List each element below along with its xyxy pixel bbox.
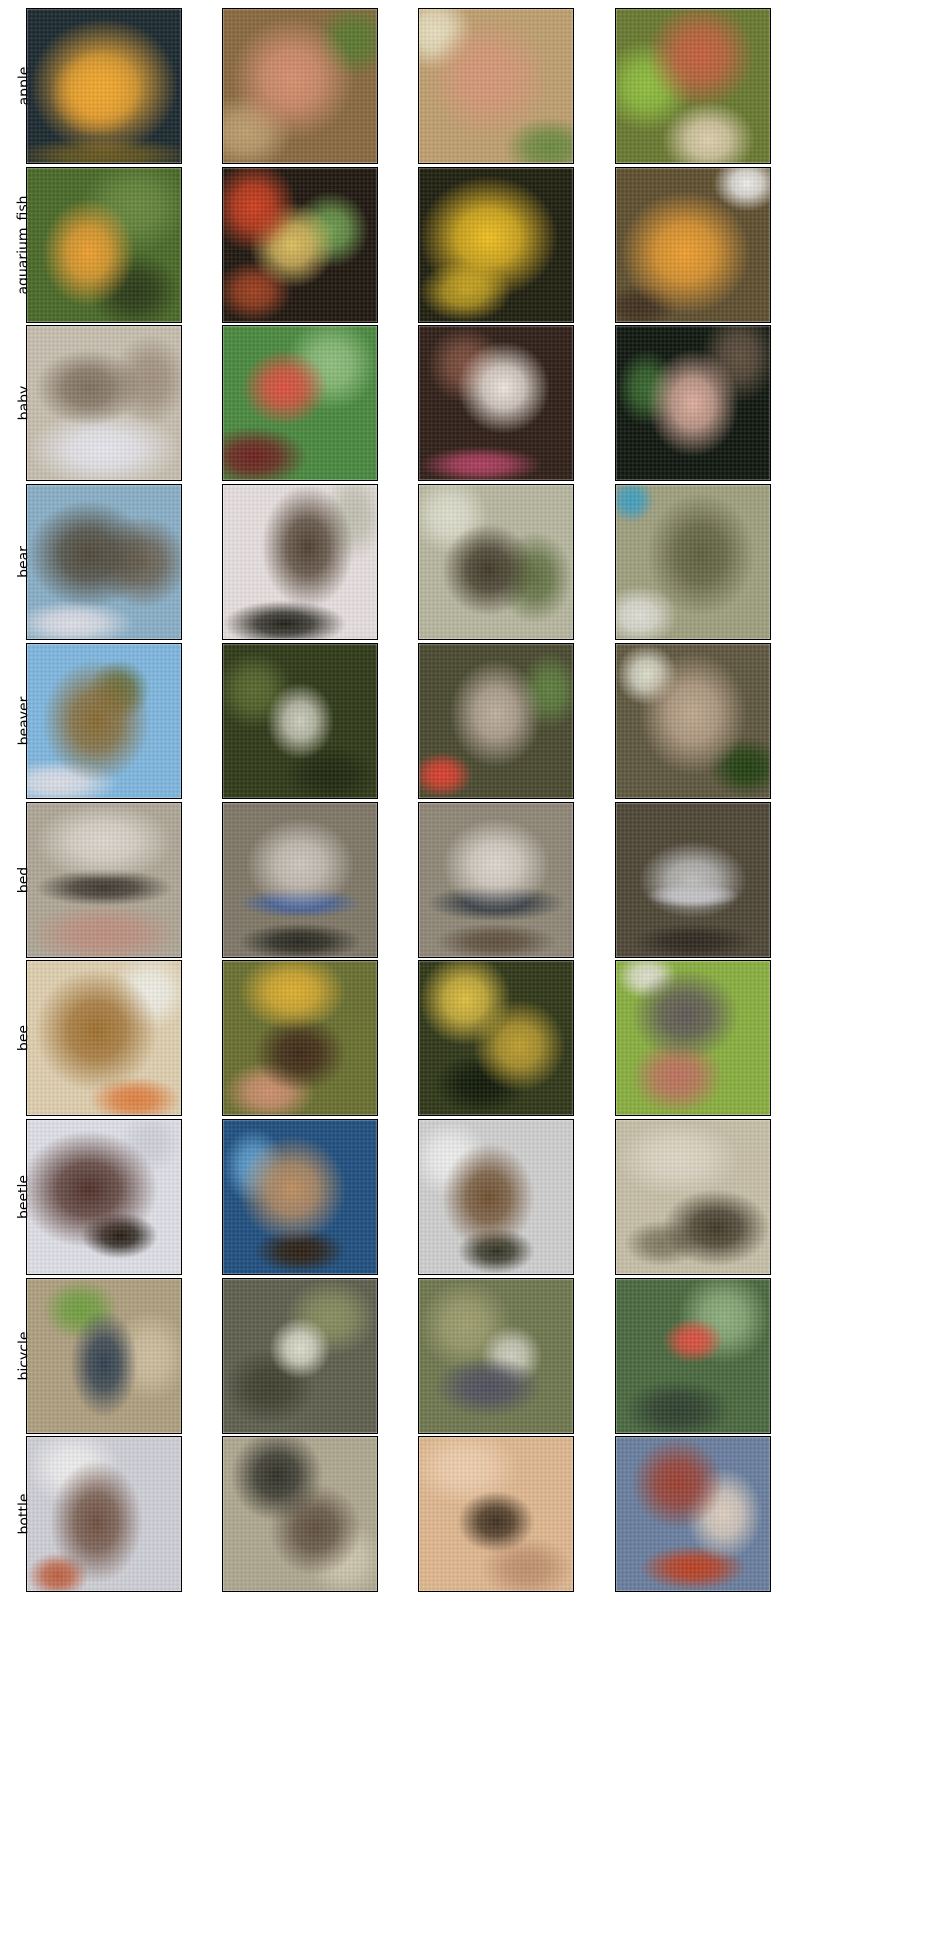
generated-image: [26, 325, 182, 482]
generated-image: [418, 8, 574, 164]
image-row: bee: [0, 960, 932, 1117]
generated-image: [222, 801, 378, 958]
generated-image: [26, 484, 182, 641]
generated-image: [615, 166, 771, 323]
generated-image: [418, 325, 574, 482]
generated-image: [615, 1118, 771, 1275]
image-row: aquarium_fish: [0, 166, 932, 323]
generated-image: [418, 1277, 574, 1434]
generated-image: [615, 801, 771, 958]
generated-image: [222, 642, 378, 799]
generated-image: [222, 960, 378, 1117]
generated-image: [26, 1118, 182, 1275]
generated-image: [615, 325, 771, 482]
image-row: bicycle: [0, 1277, 932, 1434]
generated-image: [418, 484, 574, 641]
generated-image: [26, 8, 182, 164]
generated-image: [222, 484, 378, 641]
generated-image: [615, 642, 771, 799]
generated-image: [26, 801, 182, 958]
generated-image: [222, 1277, 378, 1434]
generated-image: [615, 1436, 771, 1593]
image-row: bed: [0, 801, 932, 958]
generated-image: [26, 960, 182, 1117]
generated-image: [615, 8, 771, 164]
generated-image: [615, 1277, 771, 1434]
generated-image: [222, 8, 378, 164]
generated-image: [26, 166, 182, 323]
generated-image: [615, 484, 771, 641]
generated-image: [418, 642, 574, 799]
image-row: baby: [0, 325, 932, 482]
image-row: bear: [0, 484, 932, 641]
generated-image: [418, 1118, 574, 1275]
generated-image: [26, 1277, 182, 1434]
generated-image: [418, 1436, 574, 1593]
generated-image: [615, 960, 771, 1117]
generated-image: [418, 960, 574, 1117]
generated-image: [222, 325, 378, 482]
image-row: bottle: [0, 1436, 932, 1593]
generated-image: [222, 1436, 378, 1593]
image-row: beaver: [0, 642, 932, 799]
generated-image: [26, 642, 182, 799]
image-grid: apple aquarium_fish baby bear beaver bed bee be…: [0, 0, 932, 1960]
generated-image: [222, 166, 378, 323]
image-row: beetle: [0, 1118, 932, 1275]
generated-image: [222, 1118, 378, 1275]
generated-image: [418, 801, 574, 958]
generated-image: [26, 1436, 182, 1593]
image-row: apple: [0, 8, 932, 164]
generated-image: [418, 166, 574, 323]
